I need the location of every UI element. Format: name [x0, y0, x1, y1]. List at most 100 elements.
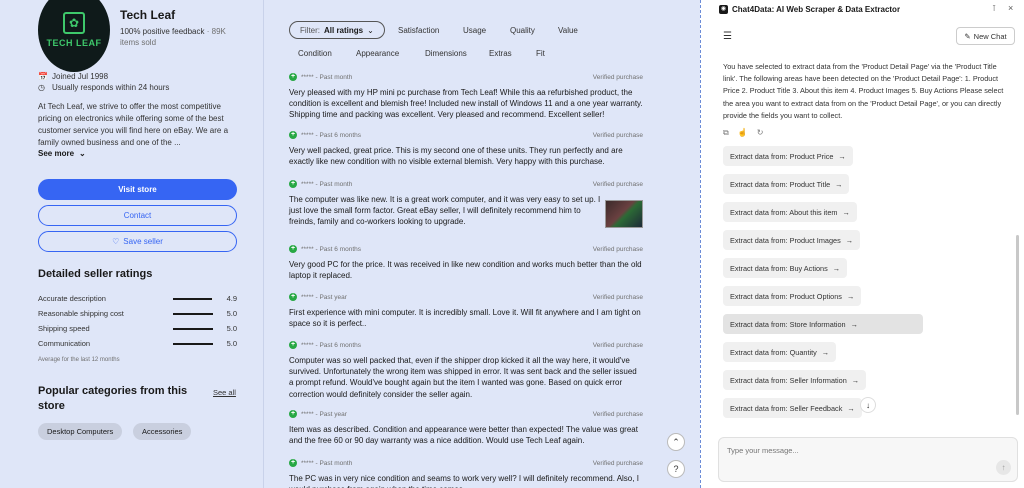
review-item: + ***** - Past year Verified purchase Firs… [289, 293, 643, 333]
menu-icon[interactable]: ☰ [723, 31, 732, 42]
filter-prefix: Filter: [300, 25, 320, 35]
ratings-title: Detailed seller ratings [38, 268, 153, 280]
option-about-item[interactable]: Extract data from: About this item → [723, 202, 857, 222]
chat-scrollbar[interactable] [1016, 235, 1019, 415]
new-chat-button[interactable]: ✎ New Chat [956, 27, 1015, 45]
arrow-right-icon: → [842, 207, 850, 217]
tab-satisfaction[interactable]: Satisfaction [398, 26, 439, 35]
review-period: - Past month [315, 181, 353, 188]
review-period: - Past 6 months [315, 246, 361, 253]
option-seller-information[interactable]: Extract data from: Seller Information → [723, 370, 867, 390]
assistant-message: You have selected to extract data from t… [723, 62, 1004, 120]
tab-usage[interactable]: Usage [463, 26, 486, 35]
review-text: Item was as described. Condition and app… [289, 425, 638, 446]
positive-icon: + [289, 410, 297, 418]
review-stars: ***** [301, 132, 314, 139]
option-seller-feedback[interactable]: Extract data from: Seller Feedback → [723, 398, 862, 418]
review-stars: ***** [301, 460, 314, 467]
option-buy-actions[interactable]: Extract data from: Buy Actions → [723, 258, 848, 278]
option-store-information[interactable]: Extract data from: Store Information → [723, 314, 923, 334]
review-period: - Past month [315, 460, 353, 467]
rating-value: 4.9 [226, 294, 237, 303]
message-input[interactable] [727, 443, 997, 457]
tab-appearance[interactable]: Appearance [356, 49, 399, 58]
contact-button[interactable]: Contact [38, 205, 237, 226]
verified-label: Verified purchase [592, 181, 643, 188]
new-chat-label: New Chat [973, 31, 1007, 41]
verified-label: Verified purchase [592, 246, 643, 253]
review-stars: ***** [301, 342, 314, 349]
arrow-down-icon: ↓ [866, 400, 870, 410]
positive-icon: + [289, 459, 297, 467]
items-sold: items sold [120, 38, 157, 47]
calendar-icon: 📅 [38, 72, 48, 81]
scroll-to-top-button[interactable]: ⌃ [667, 433, 685, 451]
pin-icon[interactable]: ⊺ [992, 4, 996, 13]
visit-store-button[interactable]: Visit store [38, 179, 237, 200]
filter-dropdown[interactable]: Filter: All ratings ⌄ [289, 21, 385, 39]
store-name[interactable]: Tech Leaf [120, 8, 175, 22]
rating-label: Communication [38, 339, 91, 348]
popular-categories-title: Popular categories from this store [38, 385, 188, 412]
review-item: + ***** - Past 6 months Verified purchase … [289, 341, 643, 403]
review-meta: + ***** - Past month Verified purchase [289, 180, 643, 190]
arrow-right-icon: → [850, 319, 858, 329]
positive-icon: + [289, 180, 297, 188]
review-stars: ***** [301, 74, 314, 81]
rating-row: Accurate description 4.9 [38, 294, 237, 304]
review-photo[interactable] [605, 200, 643, 228]
review-item: + ***** - Past month Verified purchase The… [289, 180, 643, 228]
positive-feedback[interactable]: 100% positive feedback · 89K [120, 27, 226, 36]
category-chip[interactable]: Desktop Computers [38, 423, 123, 440]
response-row: ◷ Usually responds within 24 hours [38, 83, 169, 92]
positive-icon: + [289, 245, 297, 253]
tab-fit[interactable]: Fit [536, 49, 545, 58]
review-text: The computer was like new. It is a great… [289, 195, 601, 227]
rating-row: Communication 5.0 [38, 339, 237, 349]
leaf-icon: ✿ [63, 12, 85, 34]
new-chat-icon: ✎ [964, 31, 971, 41]
arrow-right-icon: → [847, 403, 855, 413]
tab-value[interactable]: Value [558, 26, 578, 35]
review-stars: ***** [301, 246, 314, 253]
option-product-options[interactable]: Extract data from: Product Options → [723, 286, 862, 306]
positive-icon: + [289, 293, 297, 301]
rating-label: Shipping speed [38, 324, 90, 333]
arrow-right-icon: → [821, 347, 830, 357]
see-more-label: See more [38, 149, 75, 158]
review-period: - Past year [315, 411, 347, 418]
save-seller-button[interactable]: ♡ Save seller [38, 231, 237, 252]
review-meta: + ***** - Past 6 months Verified purchase [289, 131, 643, 141]
clock-icon: ◷ [38, 83, 45, 92]
review-meta: + ***** - Past year Verified purchase [289, 293, 643, 303]
arrow-right-icon: → [845, 235, 854, 245]
positive-icon: + [289, 131, 297, 139]
tab-extras[interactable]: Extras [489, 49, 512, 58]
scroll-down-button[interactable]: ↓ [860, 397, 876, 413]
review-stars: ***** [301, 181, 314, 188]
verified-label: Verified purchase [592, 294, 643, 301]
tab-condition[interactable]: Condition [298, 49, 332, 58]
verified-label: Verified purchase [592, 411, 643, 418]
thumbs-up-icon[interactable]: ☝ [738, 128, 748, 138]
option-product-title[interactable]: Extract data from: Product Title → [723, 174, 850, 194]
refresh-icon[interactable]: ↻ [757, 128, 764, 138]
option-product-price[interactable]: Extract data from: Product Price → [723, 146, 853, 166]
save-seller-label: Save seller [123, 237, 163, 246]
store-logo[interactable]: ✿ TECH LEAF [38, 0, 110, 72]
review-text: Very pleased with my HP mini pc purchase… [289, 88, 643, 120]
see-all-link[interactable]: See all [213, 388, 236, 397]
close-icon[interactable]: × [1008, 3, 1013, 13]
send-button[interactable]: ↑ [996, 460, 1011, 475]
see-more-link[interactable]: See more ⌄ [38, 149, 86, 158]
review-stars: ***** [301, 411, 314, 418]
option-quantity[interactable]: Extract data from: Quantity → [723, 342, 837, 362]
panel-divider [700, 0, 701, 488]
option-product-images[interactable]: Extract data from: Product Images → [723, 230, 861, 250]
tab-dimensions[interactable]: Dimensions [425, 49, 467, 58]
tab-quality[interactable]: Quality [510, 26, 535, 35]
arrow-right-icon: → [846, 291, 855, 301]
copy-icon[interactable]: ⧉ [723, 128, 729, 138]
help-button[interactable]: ? [667, 460, 685, 478]
category-chip[interactable]: Accessories [133, 423, 192, 440]
